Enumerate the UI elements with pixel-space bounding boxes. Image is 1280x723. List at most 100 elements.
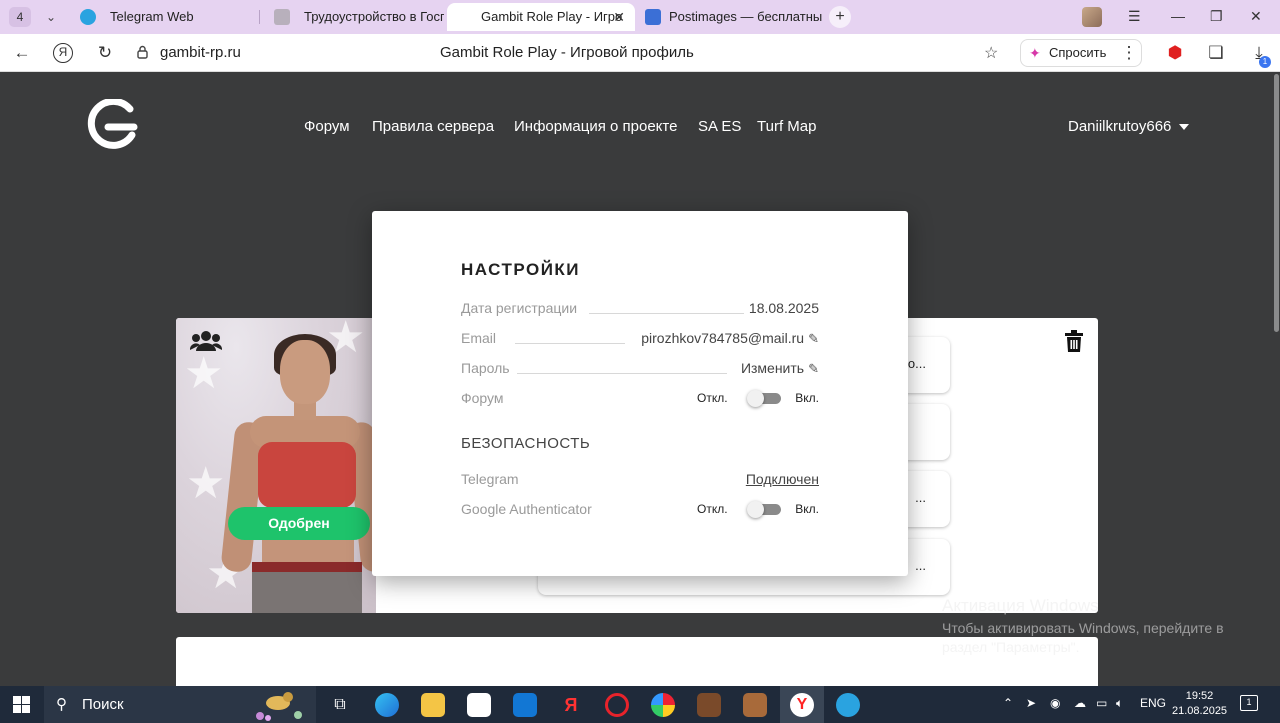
activation-watermark-text: Чтобы активировать Windows, перейдите в … [942, 620, 1224, 655]
tab-count-button[interactable]: 4 [9, 7, 31, 27]
cloud-icon[interactable]: ☁ [1074, 696, 1086, 710]
yandex-browser-icon[interactable]: Y [790, 693, 814, 717]
tab-employment[interactable]: Трудоустройство в Госпи [260, 3, 444, 31]
pencil-icon[interactable]: ✎ [808, 361, 819, 377]
file-explorer-icon[interactable] [421, 693, 445, 717]
opera-icon[interactable] [605, 693, 629, 717]
password-label: Пароль [461, 360, 514, 376]
adblock-icon[interactable]: ⬢ [1164, 43, 1186, 63]
on-label: Вкл. [795, 391, 819, 405]
settings-title: НАСТРОЙКИ [461, 260, 581, 279]
row-divider [589, 313, 744, 314]
telegram-tray-icon[interactable]: ➤ [1026, 696, 1036, 710]
game-icon[interactable] [697, 693, 721, 717]
nav-rules[interactable]: Правила сервера [372, 118, 494, 135]
tab-title: Трудоустройство в Госпи [304, 9, 444, 24]
download-badge: 1 [1259, 56, 1271, 68]
username: Daniilkrutoy666 [1068, 118, 1172, 135]
forum-toggle[interactable] [747, 390, 781, 407]
game-icon-2[interactable] [743, 693, 767, 717]
telegram-label: Telegram [461, 471, 523, 487]
volume-icon[interactable]: 🔈︎ [1116, 696, 1123, 711]
back-icon[interactable]: ← [11, 43, 33, 63]
security-title: БЕЗОПАСНОСТЬ [461, 435, 591, 452]
network-globe-icon[interactable]: ◉ [1050, 696, 1060, 710]
chrome-icon[interactable] [651, 693, 675, 717]
outlook-icon[interactable] [513, 693, 537, 717]
nav-info[interactable]: Информация о проекте [514, 118, 677, 135]
telegram-taskbar-icon[interactable] [836, 693, 860, 717]
user-menu[interactable]: Daniilkrutoy666 [1068, 118, 1190, 135]
edge-icon[interactable] [375, 693, 399, 717]
page-icon [274, 9, 290, 25]
close-icon[interactable]: ✕ [613, 3, 625, 31]
yandex-app-icon[interactable]: Я [559, 693, 583, 717]
window-close-icon[interactable]: ✕ [1250, 8, 1262, 25]
task-view-icon[interactable]: ⧉ [328, 693, 352, 717]
restore-icon[interactable]: ❐ [1210, 8, 1223, 25]
yandex-icon[interactable]: Я [53, 43, 73, 63]
registration-label: Дата регистрации [461, 300, 582, 316]
telegram-row: Telegram Подключен [461, 470, 819, 490]
on-label: Вкл. [795, 502, 819, 516]
menu-icon[interactable]: ☰ [1128, 8, 1141, 25]
character-image: ★ ★ ★ ★ [176, 318, 390, 613]
tray-chevron-icon[interactable]: ⌃ [1003, 696, 1013, 710]
group-icon[interactable] [190, 330, 222, 352]
page-title: Gambit Role Play - Игровой профиль [440, 44, 694, 61]
activation-watermark-title: Активация Windows [942, 596, 1099, 615]
email-row: Email pirozhkov784785@mail.ru ✎ [461, 329, 819, 349]
settings-modal: НАСТРОЙКИ Дата регистрации 18.08.2025 Em… [372, 211, 908, 576]
row-divider [517, 373, 727, 374]
google-auth-toggle[interactable] [747, 501, 781, 518]
password-change-link[interactable]: Изменить ✎ [736, 360, 819, 377]
email-label: Email [461, 330, 501, 346]
status-badge: Одобрен [228, 507, 370, 540]
email-value[interactable]: pirozhkov784785@mail.ru ✎ [637, 330, 819, 347]
google-auth-label: Google Authenticator [461, 501, 596, 517]
language-indicator[interactable]: ENG [1140, 696, 1166, 710]
store-icon[interactable] [467, 693, 491, 717]
registration-row: Дата регистрации 18.08.2025 [461, 299, 819, 319]
sparkle-icon: ✦ [1029, 45, 1041, 61]
new-tab-button[interactable]: + [829, 6, 851, 28]
nav-forum[interactable]: Форум [304, 118, 350, 135]
time: 19:52 [1185, 690, 1214, 702]
pencil-icon[interactable]: ✎ [808, 331, 819, 347]
chevron-down-icon[interactable]: ⌄ [40, 7, 62, 27]
url-field[interactable]: gambit-rp.ru [160, 44, 241, 61]
taskbar: ⚲ Поиск ⧉ Я Y ⌃ ➤ ◉ ☁ ▭ 🔈︎ ENG 19:52 21.… [0, 686, 1280, 723]
search-icon: ⚲ [56, 696, 67, 713]
tab-title: Gambit Role Play - Игро [481, 9, 623, 24]
row-divider [515, 343, 625, 344]
tab-telegram[interactable]: Telegram Web [66, 3, 256, 31]
profile-avatar[interactable] [1082, 7, 1102, 27]
trash-icon[interactable] [1064, 330, 1084, 352]
off-label: Откл. [697, 502, 728, 516]
tab-postimages[interactable]: Postimages — бесплатны [637, 3, 825, 31]
tab-title: Postimages — бесплатны [669, 9, 823, 24]
date: 21.08.2025 [1172, 705, 1228, 717]
tab-title: Telegram Web [110, 9, 194, 24]
caret-down-icon [1179, 124, 1190, 131]
page-scrollbar[interactable] [1272, 72, 1280, 686]
tab-gambit[interactable]: Gambit Role Play - Игро ✕ [447, 3, 635, 31]
reload-icon[interactable]: ↻ [94, 43, 116, 63]
browser-tab-bar: 4 ⌄ Telegram Web Трудоустройство в Госпи… [0, 0, 1280, 34]
nav-turf-map[interactable]: Turf Map [757, 118, 816, 135]
nav-sa-es[interactable]: SA ES [698, 118, 741, 135]
gambit-logo[interactable] [82, 99, 140, 151]
telegram-status-link[interactable]: Подключен [741, 471, 819, 487]
windows-start-icon[interactable] [13, 696, 30, 713]
forum-row: Форум Откл. Вкл. [461, 389, 819, 409]
scrollbar-thumb[interactable] [1274, 74, 1279, 332]
clock[interactable]: 19:52 21.08.2025 [1172, 689, 1227, 719]
collections-icon[interactable]: ❏ [1205, 43, 1227, 63]
minimize-icon[interactable]: — [1171, 8, 1185, 24]
bookmark-icon[interactable]: ☆ [984, 43, 998, 63]
more-icon[interactable]: ⋮ [1118, 43, 1140, 63]
battery-icon[interactable]: ▭ [1096, 696, 1107, 710]
telegram-icon [80, 9, 96, 25]
notifications-icon[interactable]: 1 [1240, 695, 1258, 711]
lock-icon [137, 45, 148, 59]
